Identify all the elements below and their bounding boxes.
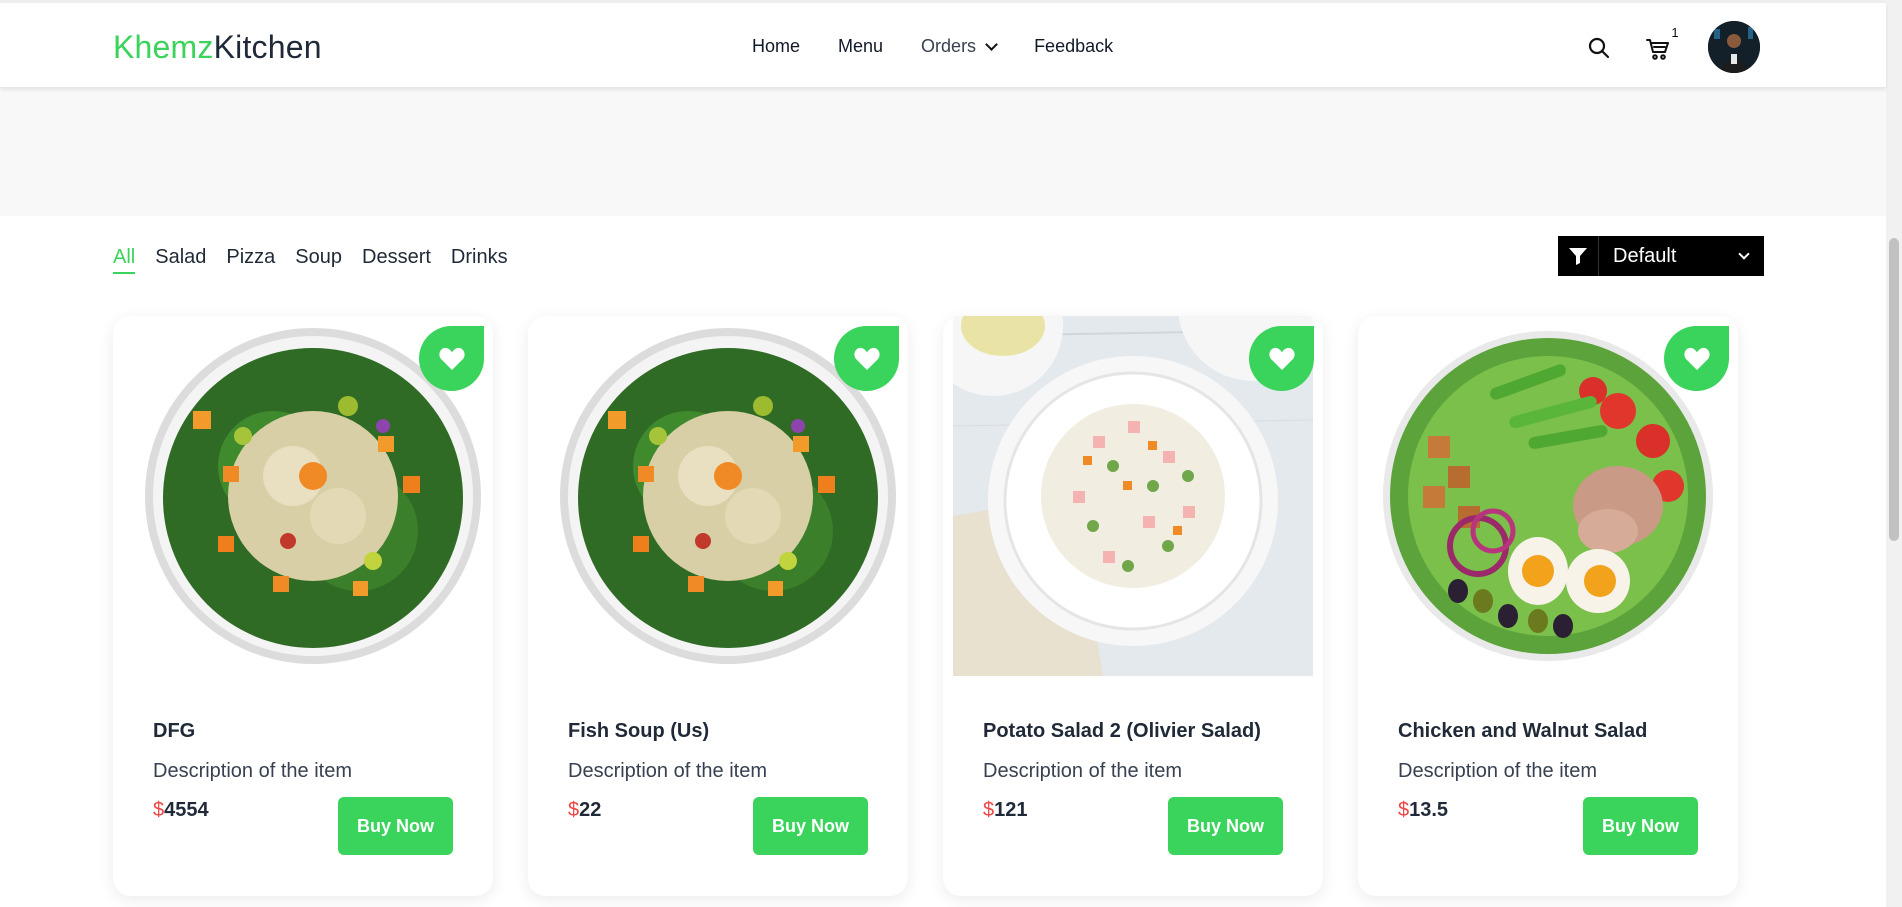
search-icon[interactable]	[1587, 36, 1611, 60]
filter-funnel-icon	[1569, 248, 1587, 265]
sort-selected-value: Default	[1613, 244, 1677, 267]
buy-now-button[interactable]: Buy Now	[1168, 797, 1283, 855]
heart-icon	[853, 347, 880, 370]
item-price: $121	[983, 799, 1028, 822]
item-price: $4554	[153, 799, 209, 822]
filter-funnel-icon-box	[1558, 236, 1599, 276]
filter-salad[interactable]: Salad	[155, 246, 206, 274]
menu-item-card: Potato Salad 2 (Olivier Salad) Descripti…	[943, 316, 1323, 896]
item-title: Fish Soup (Us)	[568, 720, 710, 742]
item-description: Description of the item	[1398, 760, 1597, 782]
navbar: KhemzKitchen Home Menu Orders Feedback 1	[0, 3, 1886, 88]
currency-symbol: $	[568, 799, 580, 821]
nav-menu[interactable]: Menu	[838, 36, 883, 57]
category-filters: All Salad Pizza Soup Dessert Drinks	[113, 246, 528, 274]
menu-item-card: Chicken and Walnut Salad Description of …	[1358, 316, 1738, 896]
filter-soup[interactable]: Soup	[295, 246, 342, 274]
avatar[interactable]	[1708, 21, 1760, 73]
currency-symbol: $	[153, 799, 165, 821]
logo-part-1: Khemz	[113, 29, 214, 65]
item-description: Description of the item	[568, 760, 767, 782]
menu-item-card: Fish Soup (Us) Description of the item $…	[528, 316, 908, 896]
logo[interactable]: KhemzKitchen	[113, 29, 322, 66]
scrollbar-thumb[interactable]	[1889, 238, 1899, 541]
chevron-down-icon	[985, 37, 998, 51]
chevron-down-icon	[1738, 248, 1750, 260]
filter-pizza[interactable]: Pizza	[226, 246, 275, 274]
item-price-value: 13.5	[1409, 799, 1449, 821]
item-price: $13.5	[1398, 799, 1448, 822]
buy-now-button[interactable]: Buy Now	[753, 797, 868, 855]
nav-feedback[interactable]: Feedback	[1034, 36, 1113, 57]
menu-item-grid: DFG Description of the item $4554 Buy No…	[113, 316, 1773, 896]
cart-icon[interactable]	[1645, 36, 1671, 62]
heart-icon	[1268, 347, 1295, 370]
item-price-value: 22	[579, 799, 602, 821]
favorite-button[interactable]	[834, 326, 899, 391]
item-title: Potato Salad 2 (Olivier Salad)	[983, 720, 1261, 742]
item-description: Description of the item	[153, 760, 352, 782]
nav-home[interactable]: Home	[752, 36, 800, 57]
item-title: DFG	[153, 720, 196, 742]
currency-symbol: $	[983, 799, 995, 821]
menu-item-card: DFG Description of the item $4554 Buy No…	[113, 316, 493, 896]
item-price-value: 121	[994, 799, 1028, 821]
heart-icon	[438, 347, 465, 370]
heart-icon	[1683, 347, 1710, 370]
logo-part-2: Kitchen	[213, 29, 322, 65]
filter-dessert[interactable]: Dessert	[362, 246, 431, 274]
favorite-button[interactable]	[1664, 326, 1729, 391]
buy-now-button[interactable]: Buy Now	[338, 797, 453, 855]
filter-all[interactable]: All	[113, 246, 136, 274]
item-title: Chicken and Walnut Salad	[1398, 720, 1648, 742]
sort-select[interactable]: Default	[1558, 236, 1764, 276]
nav-orders[interactable]: Orders	[921, 36, 998, 57]
hero-banner	[0, 88, 1886, 216]
item-price-value: 4554	[164, 799, 209, 821]
user-avatar-icon	[1708, 21, 1760, 73]
filter-drinks[interactable]: Drinks	[451, 246, 508, 274]
nav-links: Home Menu Orders Feedback	[752, 36, 1151, 57]
item-description: Description of the item	[983, 760, 1182, 782]
buy-now-button[interactable]: Buy Now	[1583, 797, 1698, 855]
item-price: $22	[568, 799, 601, 822]
favorite-button[interactable]	[419, 326, 484, 391]
cart-count-badge: 1	[1667, 25, 1683, 41]
nav-orders-label: Orders	[921, 36, 977, 56]
favorite-button[interactable]	[1249, 326, 1314, 391]
currency-symbol: $	[1398, 799, 1410, 821]
